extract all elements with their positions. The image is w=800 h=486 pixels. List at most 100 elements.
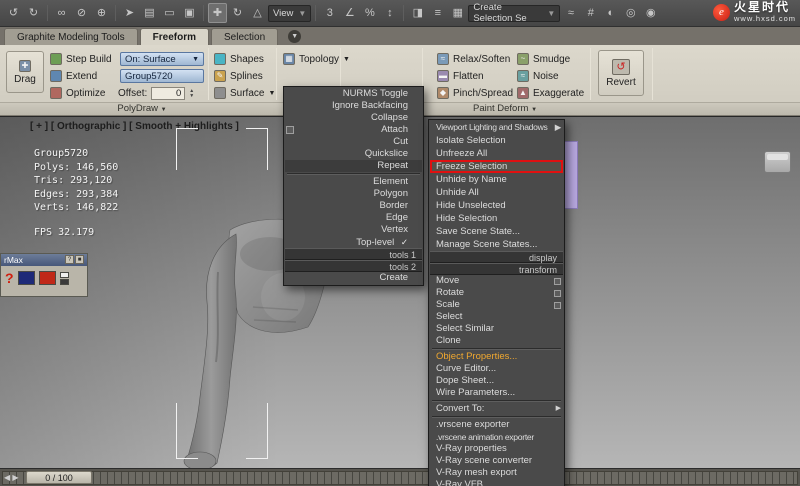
menu-item-vray-scene-converter[interactable]: V-Ray scene converter bbox=[430, 455, 563, 467]
percent-snap-icon[interactable]: % bbox=[360, 3, 379, 23]
menu-item-hide-unselected[interactable]: Hide Unselected bbox=[430, 199, 563, 212]
time-slider-track[interactable] bbox=[2, 471, 798, 485]
schematic-view-icon[interactable]: # bbox=[581, 3, 600, 23]
menu-item-manage-scene-states[interactable]: Manage Scene States... bbox=[430, 238, 563, 251]
surface-button[interactable]: Surface ▼ bbox=[214, 87, 275, 99]
color-swatch-red[interactable] bbox=[38, 271, 56, 285]
menu-item-scale[interactable]: Scale bbox=[430, 299, 563, 311]
select-and-scale-icon[interactable]: △ bbox=[248, 3, 267, 23]
reference-coordinate-combo[interactable]: View ▼ bbox=[268, 4, 312, 22]
layer-manager-icon[interactable]: ▦ bbox=[448, 3, 467, 23]
menu-item-top-level[interactable]: Top-level ✓ bbox=[285, 236, 422, 248]
bind-to-space-warp-icon[interactable]: ⊕ bbox=[92, 3, 111, 23]
menu-item-select-similar[interactable]: Select Similar bbox=[430, 323, 563, 335]
menu-item-save-scene-state[interactable]: Save Scene State... bbox=[430, 225, 563, 238]
menu-item-unfreeze-all[interactable]: Unfreeze All bbox=[430, 147, 563, 160]
revert-button[interactable]: ↺ Revert bbox=[598, 50, 644, 96]
viewport-label[interactable]: [ + ] [ Orthographic ] [ Smooth + Highli… bbox=[30, 121, 239, 132]
undo-icon[interactable]: ↺ bbox=[4, 3, 23, 23]
material-editor-icon[interactable]: ◐ bbox=[601, 3, 620, 23]
drag-button[interactable]: ✚ Drag bbox=[6, 51, 44, 93]
spinner-snap-icon[interactable]: ↕ bbox=[380, 3, 399, 23]
color-swatch-dark[interactable] bbox=[59, 278, 69, 285]
menu-item-unhide-all[interactable]: Unhide All bbox=[430, 186, 563, 199]
shapes-button[interactable]: Shapes bbox=[214, 53, 264, 65]
smudge-button[interactable]: ~ Smudge bbox=[517, 53, 570, 65]
menu-item-polygon[interactable]: Polygon bbox=[285, 188, 422, 200]
menu-item-quickslice[interactable]: Quickslice bbox=[285, 148, 422, 160]
curve-editor-icon[interactable]: ≈ bbox=[561, 3, 580, 23]
menu-item-clone[interactable]: Clone bbox=[430, 335, 563, 347]
render-setup-icon[interactable]: ◎ bbox=[621, 3, 640, 23]
tab-selection[interactable]: Selection bbox=[211, 28, 279, 45]
menu-item-select[interactable]: Select bbox=[430, 311, 563, 323]
align-icon[interactable]: ≡ bbox=[428, 3, 447, 23]
select-by-name-icon[interactable]: ▤ bbox=[140, 3, 159, 23]
time-slider-handle[interactable]: 0 / 100 bbox=[26, 471, 92, 484]
step-build-button[interactable]: Step Build bbox=[50, 53, 112, 65]
settings-box-icon[interactable] bbox=[554, 278, 561, 285]
menu-item-unhide-by-name[interactable]: Unhide by Name bbox=[430, 173, 563, 186]
menu-item-edge[interactable]: Edge bbox=[285, 212, 422, 224]
extend-button[interactable]: Extend bbox=[50, 70, 97, 82]
menu-item-nurms-toggle[interactable]: NURMS Toggle bbox=[285, 88, 422, 100]
color-swatch-navy[interactable] bbox=[17, 271, 35, 285]
menu-item-cut[interactable]: Cut bbox=[285, 136, 422, 148]
mirror-icon[interactable]: ◨ bbox=[408, 3, 427, 23]
settings-box-icon[interactable] bbox=[286, 126, 294, 134]
palette-close-icon[interactable]: ■ bbox=[75, 255, 84, 264]
menu-item-vertex[interactable]: Vertex bbox=[285, 224, 422, 236]
tab-graphite-modeling-tools[interactable]: Graphite Modeling Tools bbox=[4, 28, 138, 45]
menu-item-dope-sheet[interactable]: Dope Sheet... bbox=[430, 375, 563, 387]
menu-item-move[interactable]: Move bbox=[430, 275, 563, 287]
menu-item-curve-editor[interactable]: Curve Editor... bbox=[430, 363, 563, 375]
select-object-icon[interactable]: ➤ bbox=[120, 3, 139, 23]
redo-icon[interactable]: ↻ bbox=[24, 3, 43, 23]
flatten-button[interactable]: ▬ Flatten bbox=[437, 70, 484, 82]
palette-title-bar[interactable]: rMax ? ■ bbox=[1, 254, 87, 266]
select-and-rotate-icon[interactable]: ↻ bbox=[228, 3, 247, 23]
offset-field[interactable]: 0 bbox=[151, 87, 186, 100]
menu-item-vray-properties[interactable]: V-Ray properties bbox=[430, 443, 563, 455]
pinch-spread-button[interactable]: ◆ Pinch/Spread bbox=[437, 87, 513, 99]
offset-spinner[interactable]: ▲ ▼ bbox=[189, 88, 194, 99]
rectangular-selection-region-icon[interactable]: ▭ bbox=[160, 3, 179, 23]
menu-item-vrscene-exporter[interactable]: .vrscene exporter bbox=[430, 419, 563, 431]
menu-item-ignore-backfacing[interactable]: Ignore Backfacing bbox=[285, 100, 422, 112]
pick-group-button[interactable]: Group5720 bbox=[120, 69, 204, 83]
noise-button[interactable]: ≈ Noise bbox=[517, 70, 559, 82]
time-slider-arrows-icon[interactable]: ◀ ▶ bbox=[4, 473, 19, 482]
menu-item-collapse[interactable]: Collapse bbox=[285, 112, 422, 124]
draw-on-surface-dropdown[interactable]: On: Surface ▼ bbox=[120, 52, 204, 66]
angle-snap-icon[interactable]: ∠ bbox=[340, 3, 359, 23]
menu-item-vray-mesh-export[interactable]: V-Ray mesh export bbox=[430, 467, 563, 479]
settings-box-icon[interactable] bbox=[554, 302, 561, 309]
unlink-selection-icon[interactable]: ⊘ bbox=[72, 3, 91, 23]
menu-item-vray-vfb[interactable]: V-Ray VFB bbox=[430, 479, 563, 486]
named-selection-set-combo[interactable]: Create Selection Se ▼ bbox=[468, 2, 561, 24]
menu-item-freeze-selection[interactable]: Freeze Selection bbox=[430, 160, 563, 173]
menu-item-hide-selection[interactable]: Hide Selection bbox=[430, 212, 563, 225]
color-swatch-white[interactable] bbox=[59, 271, 69, 278]
menu-item-create[interactable]: Create bbox=[285, 272, 422, 284]
splines-button[interactable]: ✎ Splines bbox=[214, 70, 263, 82]
palette-help-icon[interactable]: ? bbox=[65, 255, 74, 264]
select-and-link-icon[interactable]: ∞ bbox=[52, 3, 71, 23]
select-and-move-icon[interactable]: ✚ bbox=[208, 3, 227, 23]
polydraw-panel-label[interactable]: PolyDraw ▼ bbox=[4, 103, 280, 115]
menu-item-attach[interactable]: Attach bbox=[285, 124, 422, 136]
menu-item-wire-parameters[interactable]: Wire Parameters... bbox=[430, 387, 563, 399]
settings-box-icon[interactable] bbox=[554, 290, 561, 297]
menu-item-rotate[interactable]: Rotate bbox=[430, 287, 563, 299]
window-crossing-icon[interactable]: ▣ bbox=[180, 3, 199, 23]
ribbon-minimize-icon[interactable]: ▼ bbox=[288, 30, 302, 43]
paint-deform-panel-label[interactable]: Paint Deform ▼ bbox=[425, 103, 585, 115]
menu-item-viewport-lighting-shadows[interactable]: Viewport Lighting and Shadows ▶ bbox=[430, 121, 563, 134]
menu-item-convert-to[interactable]: Convert To: ▶ bbox=[430, 403, 563, 415]
menu-item-isolate-selection[interactable]: Isolate Selection bbox=[430, 134, 563, 147]
menu-item-element[interactable]: Element bbox=[285, 176, 422, 188]
optimize-button[interactable]: Optimize bbox=[50, 87, 105, 99]
snap-toggle-icon[interactable]: 3 bbox=[320, 3, 339, 23]
render-icon[interactable]: ◉ bbox=[641, 3, 660, 23]
menu-item-border[interactable]: Border bbox=[285, 200, 422, 212]
